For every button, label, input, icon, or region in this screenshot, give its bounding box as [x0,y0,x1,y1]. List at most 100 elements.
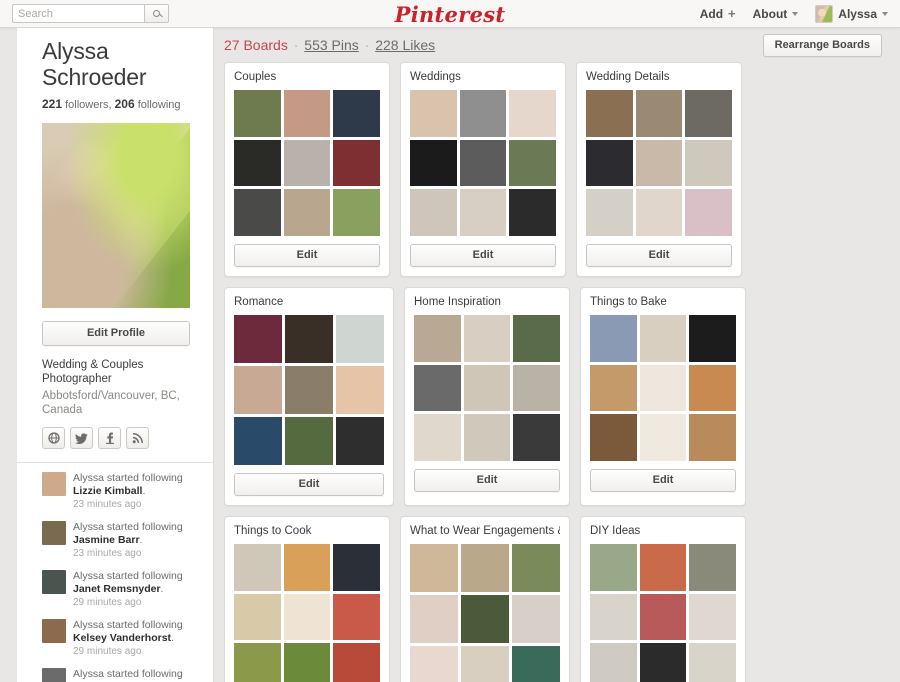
board-title[interactable]: Romance [234,296,384,308]
board-thumbnail[interactable] [285,366,333,415]
facebook-icon[interactable] [98,427,121,449]
board-thumbnail[interactable] [586,189,633,237]
board-card[interactable]: Weddings Edit [400,62,566,278]
board-thumbnail[interactable] [590,643,637,682]
pinterest-logo-text[interactable]: Pinterest [395,2,506,27]
activity-person-link[interactable]: Jasmine Barr [73,534,140,546]
board-thumbnail[interactable] [689,544,737,591]
board-title[interactable]: What to Wear Engagements & [410,525,560,537]
board-thumbnail[interactable] [513,364,561,412]
search-box[interactable] [12,4,169,23]
board-thumbnail[interactable] [463,364,511,412]
board-edit-button[interactable]: Edit [234,244,380,268]
board-thumbnail[interactable] [283,90,331,137]
board-thumbnail[interactable] [414,414,461,462]
board-thumbnail[interactable] [685,90,733,137]
board-thumbnail[interactable] [410,646,458,682]
rss-icon[interactable] [126,427,149,449]
board-thumbnail[interactable] [689,593,737,641]
board-thumbnail[interactable] [283,593,331,641]
board-card[interactable]: Things to Bake Edit [580,287,746,507]
board-thumbnail[interactable] [283,139,331,187]
board-thumbnail[interactable] [333,139,381,187]
activity-item[interactable]: Alyssa started following Kelsey Vanderho… [42,619,199,657]
board-thumbnail[interactable] [639,643,687,682]
board-edit-button[interactable]: Edit [590,469,736,493]
board-thumbnail[interactable] [590,414,637,462]
board-thumbnail[interactable] [410,595,458,644]
add-menu[interactable]: Add + [700,6,736,21]
activity-person-link[interactable]: Kelsey Vanderhorst [73,632,171,644]
board-thumbnail[interactable] [410,139,457,187]
pins-count-link[interactable]: 553 Pins [304,37,358,53]
board-thumbnail[interactable] [512,595,560,644]
board-thumbnail[interactable] [410,90,457,137]
website-icon[interactable] [42,427,65,449]
board-edit-button[interactable]: Edit [410,244,556,268]
board-thumbnail[interactable] [590,544,637,591]
board-thumbnail[interactable] [333,643,381,682]
board-thumbnail[interactable] [336,315,384,364]
board-card[interactable]: Romance Edit [224,287,394,507]
board-thumbnail[interactable] [333,593,381,641]
activity-item[interactable]: Alyssa started following Maren Lindsay.3… [42,668,199,682]
board-thumbnail[interactable] [461,595,509,644]
board-card[interactable]: Wedding Details Edit [576,62,742,278]
board-thumbnail[interactable] [234,366,282,415]
board-thumbnail[interactable] [414,315,461,362]
board-thumbnail[interactable] [685,189,733,237]
board-thumbnail[interactable] [283,189,331,237]
board-thumbnail[interactable] [234,189,281,237]
board-title[interactable]: Wedding Details [586,71,732,83]
board-thumbnail[interactable] [639,315,687,362]
board-thumbnail[interactable] [410,544,458,593]
board-thumbnail[interactable] [689,643,737,682]
board-thumbnail[interactable] [590,593,637,641]
board-card[interactable]: Couples Edit [224,62,390,278]
rearrange-boards-button[interactable]: Rearrange Boards [762,33,882,57]
board-thumbnail[interactable] [283,544,331,591]
board-thumbnail[interactable] [512,646,560,682]
board-thumbnail[interactable] [463,414,511,462]
board-thumbnail[interactable] [234,90,281,137]
user-menu[interactable]: Alyssa [815,4,888,23]
board-thumbnail[interactable] [586,90,633,137]
board-thumbnail[interactable] [459,139,507,187]
activity-person-link[interactable]: Lizzie Kimball [73,485,142,497]
search-button[interactable] [144,4,169,23]
board-thumbnail[interactable] [639,364,687,412]
activity-item[interactable]: Alyssa started following Jasmine Barr. 23… [42,521,199,559]
board-thumbnail[interactable] [285,417,333,466]
board-thumbnail[interactable] [234,544,281,591]
board-thumbnail[interactable] [234,315,282,364]
board-title[interactable]: Couples [234,71,380,83]
activity-person-link[interactable]: Janet Remsnyder [73,583,161,595]
board-thumbnail[interactable] [512,544,560,593]
board-thumbnail[interactable] [336,366,384,415]
board-thumbnail[interactable] [463,315,511,362]
search-input[interactable] [12,4,144,23]
board-card[interactable]: Home Inspiration Edit [404,287,570,507]
board-thumbnail[interactable] [639,544,687,591]
board-thumbnail[interactable] [513,315,561,362]
board-thumbnail[interactable] [234,139,281,187]
activity-item[interactable]: Alyssa started following Lizzie Kimball.… [42,472,199,510]
board-thumbnail[interactable] [639,414,687,462]
board-thumbnail[interactable] [459,90,507,137]
edit-profile-button[interactable]: Edit Profile [42,321,190,346]
board-card[interactable]: Things to CookEdit [224,516,390,682]
board-thumbnail[interactable] [689,414,737,462]
board-thumbnail[interactable] [509,90,557,137]
board-edit-button[interactable]: Edit [234,473,384,497]
board-thumbnail[interactable] [234,593,281,641]
activity-item[interactable]: Alyssa started following Janet Remsnyder… [42,570,199,608]
board-thumbnail[interactable] [283,643,331,682]
board-thumbnail[interactable] [635,189,683,237]
board-thumbnail[interactable] [410,189,457,237]
likes-count-link[interactable]: 228 Likes [375,37,435,53]
board-thumbnail[interactable] [509,139,557,187]
board-edit-button[interactable]: Edit [586,244,732,268]
board-thumbnail[interactable] [590,315,637,362]
board-thumbnail[interactable] [333,189,381,237]
board-title[interactable]: Things to Cook [234,525,380,537]
